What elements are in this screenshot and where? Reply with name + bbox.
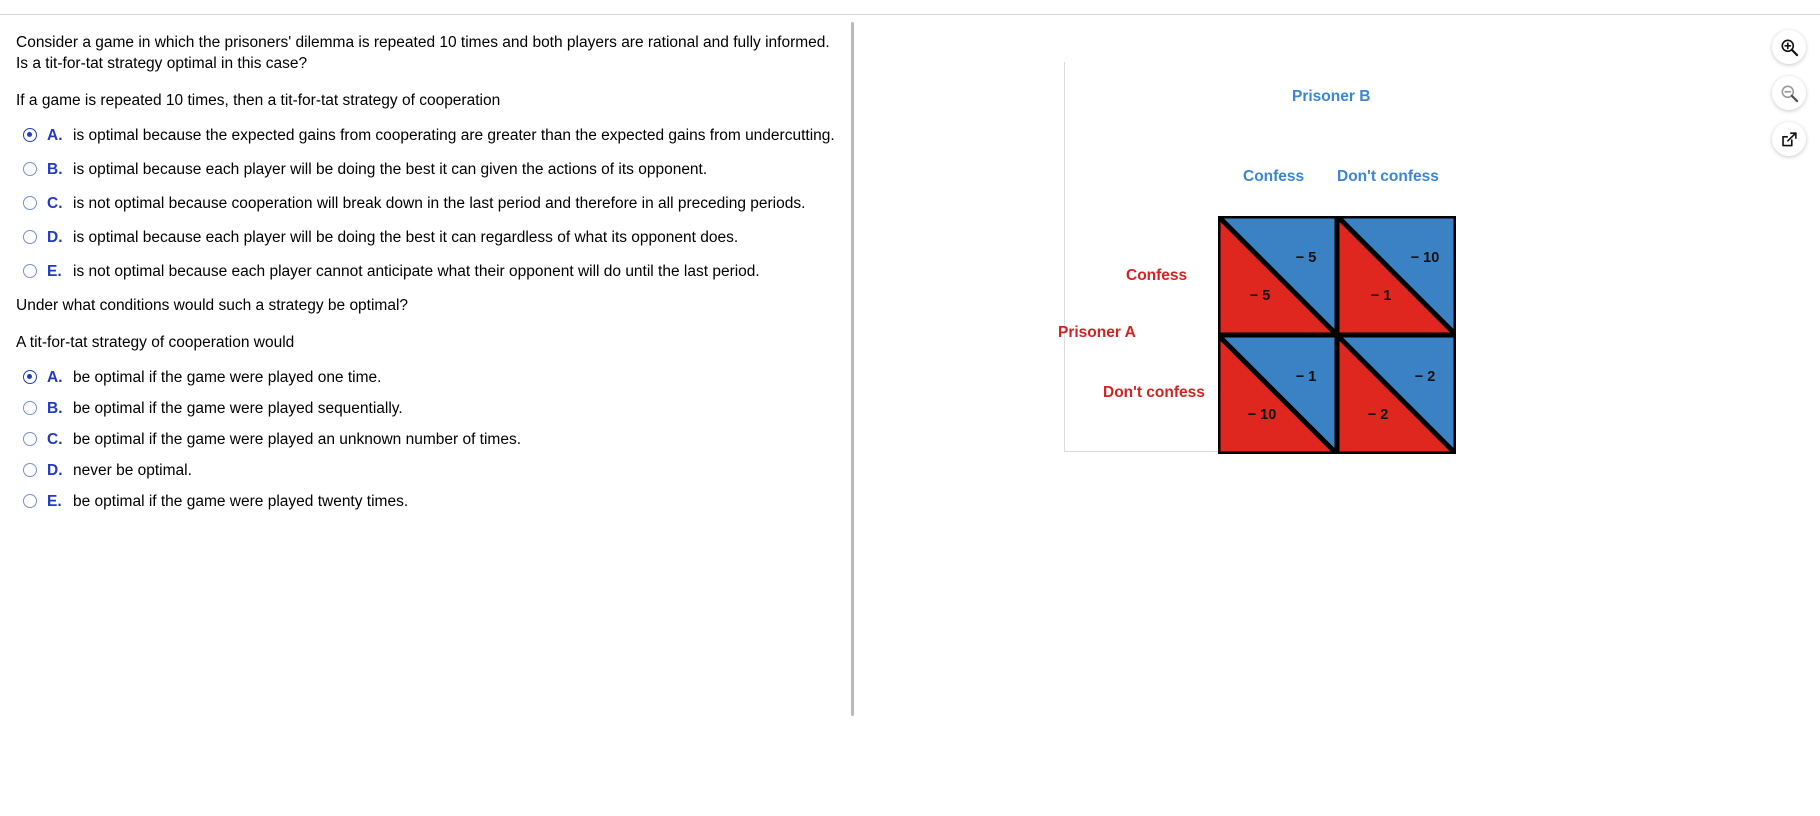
radio-button-d[interactable]: [23, 230, 37, 244]
radio-button-a[interactable]: [23, 128, 37, 142]
part2-prompt: Under what conditions would such a strat…: [16, 297, 409, 314]
payoff-b-dontconfess-dontconfess: − 2: [1415, 369, 1436, 385]
payoff-a-dontconfess-confess: − 10: [1248, 407, 1277, 423]
radio-button-e[interactable]: [23, 264, 37, 278]
option-row[interactable]: B. is optimal because each player will b…: [16, 159, 844, 180]
top-divider: [0, 14, 1820, 15]
payoff-a-dontconfess-dontconfess: − 2: [1368, 407, 1389, 423]
zoom-in-icon: [1780, 38, 1799, 57]
option-text: is optimal because each player will be d…: [73, 229, 739, 246]
payoff-b-dontconfess-confess: − 1: [1296, 369, 1317, 385]
zoom-out-icon: [1780, 84, 1799, 103]
option-text: be optimal if the game were played seque…: [73, 400, 403, 417]
option-letter: E.: [47, 263, 62, 280]
radio-button-d2[interactable]: [23, 463, 37, 477]
option-row[interactable]: E. be optimal if the game were played tw…: [16, 491, 844, 512]
matrix-cell-confess-dontconfess: [1335, 216, 1456, 337]
part1-options: A. is optimal because the expected gains…: [16, 125, 844, 282]
matrix-cell-dontconfess-dontconfess: [1335, 333, 1456, 454]
column-header-confess: Confess: [1243, 168, 1305, 185]
payoff-matrix: − 5 − 5 − 10 − 1 − 1 − 10 − 2 − 2: [1218, 216, 1456, 454]
option-row[interactable]: C. is not optimal because cooperation wi…: [16, 193, 844, 214]
zoom-in-button[interactable]: [1772, 30, 1806, 64]
option-text: is optimal because each player will be d…: [73, 161, 708, 178]
option-letter: D.: [47, 229, 63, 246]
payoff-b-confess-confess: − 5: [1296, 250, 1317, 266]
option-text: is optimal because the expected gains fr…: [73, 127, 835, 144]
matrix-cell-dontconfess-confess: [1218, 333, 1339, 454]
option-text: be optimal if the game were played one t…: [73, 369, 382, 386]
payoff-a-confess-confess: − 5: [1250, 288, 1271, 304]
external-link-icon: [1780, 130, 1799, 149]
radio-button-c2[interactable]: [23, 432, 37, 446]
figure-toolbar: [1772, 30, 1806, 156]
radio-button-c[interactable]: [23, 196, 37, 210]
part1-lead: If a game is repeated 10 times, then a t…: [16, 92, 501, 109]
option-text: be optimal if the game were played twent…: [73, 493, 409, 510]
option-row[interactable]: A. be optimal if the game were played on…: [16, 367, 844, 388]
option-letter: B.: [47, 400, 63, 417]
option-letter: E.: [47, 493, 62, 510]
matrix-cell-confess-confess: [1218, 216, 1339, 337]
payoff-a-confess-dontconfess: − 1: [1371, 288, 1392, 304]
option-row[interactable]: A. is optimal because the expected gains…: [16, 125, 844, 146]
column-player-label: Prisoner B: [1292, 88, 1371, 105]
row-header-confess: Confess: [1126, 267, 1188, 284]
option-row[interactable]: B. be optimal if the game were played se…: [16, 398, 844, 419]
option-row[interactable]: D. is optimal because each player will b…: [16, 227, 844, 248]
option-row[interactable]: D. never be optimal.: [16, 460, 844, 481]
radio-button-a2[interactable]: [23, 370, 37, 384]
radio-button-b[interactable]: [23, 162, 37, 176]
option-letter: D.: [47, 462, 63, 479]
option-letter: A.: [47, 369, 63, 386]
zoom-out-button[interactable]: [1772, 76, 1806, 110]
option-text: be optimal if the game were played an un…: [73, 431, 522, 448]
option-text: is not optimal because cooperation will …: [73, 195, 806, 212]
column-header-dont-confess: Don't confess: [1337, 168, 1439, 185]
question-pane: Consider a game in which the prisoners' …: [0, 22, 852, 716]
option-letter: A.: [47, 127, 63, 144]
radio-button-b2[interactable]: [23, 401, 37, 415]
question-screen: Consider a game in which the prisoners' …: [0, 0, 1820, 816]
option-row[interactable]: C. be optimal if the game were played an…: [16, 429, 844, 450]
question-stem: Consider a game in which the prisoners' …: [16, 34, 830, 72]
option-letter: C.: [47, 431, 63, 448]
option-text: is not optimal because each player canno…: [73, 263, 760, 280]
option-letter: B.: [47, 161, 63, 178]
part2-lead: A tit-for-tat strategy of cooperation wo…: [16, 334, 295, 351]
option-letter: C.: [47, 195, 63, 212]
row-player-label: Prisoner A: [1058, 324, 1136, 341]
option-text: never be optimal.: [73, 462, 192, 479]
payoff-b-confess-dontconfess: − 10: [1411, 250, 1440, 266]
vertical-scrollbar[interactable]: [851, 22, 854, 716]
part2-options: A. be optimal if the game were played on…: [16, 367, 844, 512]
option-row[interactable]: E. is not optimal because each player ca…: [16, 261, 844, 282]
pop-out-button[interactable]: [1772, 122, 1806, 156]
row-header-dont-confess: Don't confess: [1103, 384, 1205, 401]
radio-button-e2[interactable]: [23, 494, 37, 508]
